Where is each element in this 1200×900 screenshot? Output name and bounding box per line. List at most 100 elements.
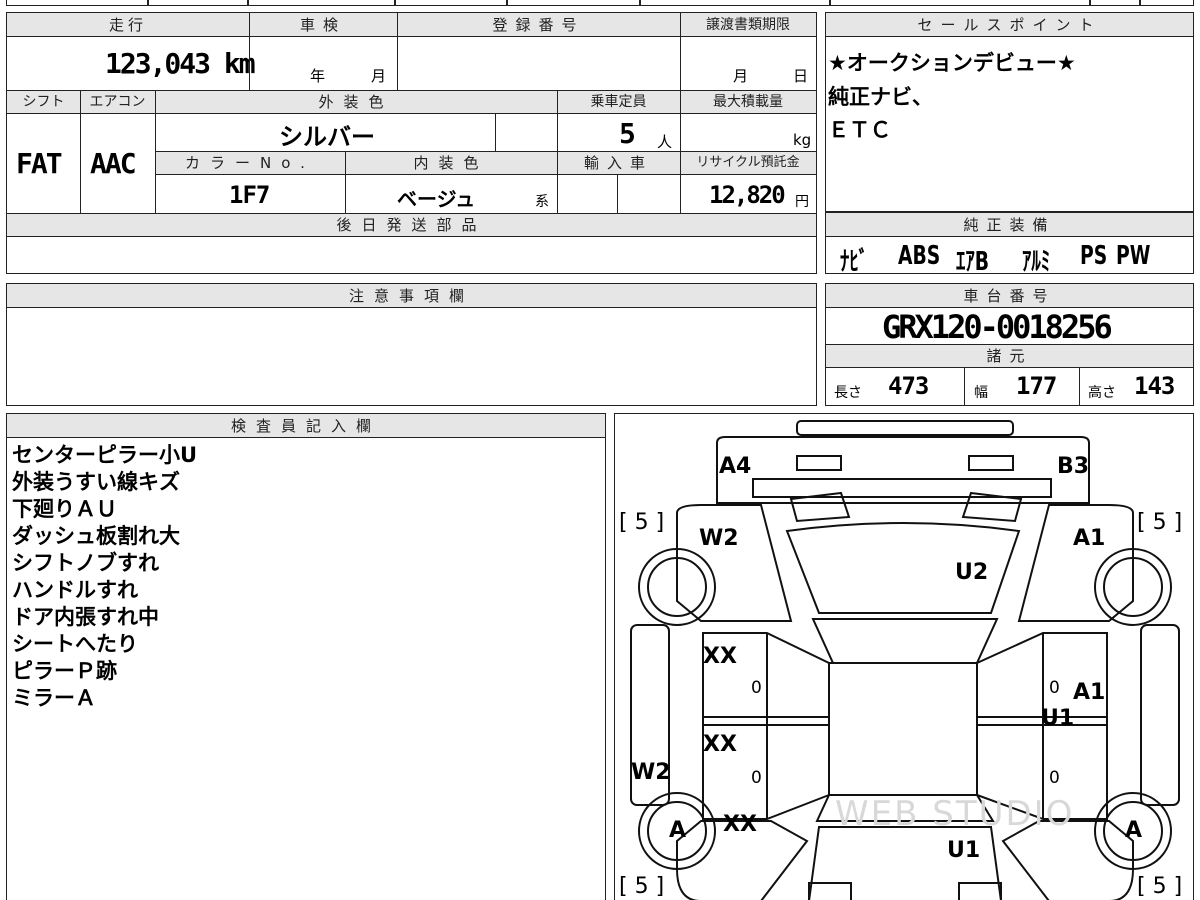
- roof-shape: [828, 662, 978, 796]
- registration-no-header: 登録番号: [492, 16, 585, 34]
- inspector-note-3: 下廻りＡＵ: [12, 497, 117, 521]
- inspector-note-10: ミラーＡ: [12, 686, 96, 710]
- chassis-header: 車台番号: [963, 287, 1056, 305]
- top-cut-cell-8: [1090, 0, 1140, 6]
- vehicle-info-table: 走行 車検 登録番号 譲渡書類期限 123,043 km 年 月 月 日 シフト…: [6, 12, 817, 274]
- sales-points-header: セールスポイント: [917, 16, 1102, 34]
- inspector-note-9: ピラーＰ跡: [12, 659, 117, 683]
- width-label: 幅: [974, 385, 988, 401]
- equipment-navi: ﾅﾋﾞ: [840, 247, 869, 277]
- mark-wheel-rear-right: A: [1125, 818, 1143, 843]
- equipment-airbag: ｴｱB: [956, 247, 989, 277]
- inspector-note-4: ダッシュ板割れ大: [12, 524, 180, 548]
- inspector-note-8: シートへたり: [12, 632, 138, 656]
- mark-left-front-door: XX: [703, 644, 737, 669]
- top-cut-cell-7: [830, 0, 1090, 6]
- exterior-color-header: 外装色: [318, 93, 394, 111]
- top-cut-cell-3: [248, 0, 395, 6]
- capacity-value: 5: [619, 117, 636, 150]
- mark-front-left-fender: W2: [699, 526, 739, 551]
- sales-point-line-3: ＥＴＣ: [828, 118, 891, 142]
- import-header: 輸入車: [583, 154, 653, 172]
- tire-front-left: [ 5 ]: [619, 510, 665, 535]
- shift-value: FAT: [16, 147, 63, 180]
- max-load-unit: kg: [793, 131, 812, 149]
- inspection-month-unit: 月: [371, 67, 387, 85]
- aircon-value: AAC: [90, 147, 137, 180]
- mark-hood: U2: [955, 560, 989, 585]
- zero-mark-2: 0: [751, 768, 762, 788]
- width-value: 177: [1016, 372, 1057, 400]
- interior-color-value: ベージュ: [397, 187, 476, 211]
- later-parts-header: 後日発送部品: [336, 216, 487, 234]
- top-cut-cell-4: [395, 0, 507, 6]
- mark-right-pillar: U1: [1041, 706, 1075, 731]
- inspector-note-1: センターピラー小U: [12, 443, 198, 467]
- recycle-fee-value: 12,820: [709, 181, 786, 209]
- tire-rear-left: [ 5 ]: [619, 874, 665, 899]
- windshield-shape: [811, 618, 999, 664]
- transfer-deadline-header: 譲渡書類期限: [706, 17, 790, 33]
- specs-header: 諸元: [986, 347, 1033, 365]
- inspector-note-5: シフトノブすれ: [12, 551, 159, 575]
- inspector-note-2: 外装うすい線キズ: [12, 470, 180, 494]
- color-no-header: カラーNo.: [185, 154, 315, 172]
- interior-color-header: 内装色: [413, 154, 489, 172]
- aircon-header: エアコン: [89, 94, 146, 110]
- mark-front-right-corner: B3: [1057, 454, 1090, 479]
- inspector-note-6: ハンドルすれ: [12, 578, 138, 602]
- car-damage-map: A4 B3 W2 A1 U2 XX XX A1 U1 W2 XX U1 A A …: [614, 413, 1194, 900]
- rear-left-lamp-shape: [808, 882, 852, 900]
- inspection-year-unit: 年: [310, 67, 326, 85]
- recycle-fee-unit: 円: [795, 194, 809, 210]
- mileage-value: 123,043 km: [105, 47, 256, 80]
- length-label: 長さ: [834, 385, 862, 401]
- zero-mark-4: 0: [1049, 768, 1060, 788]
- mark-rear-left-quarter: XX: [723, 812, 757, 837]
- inspection-header: 車検: [299, 16, 346, 34]
- mark-wheel-rear-left: A: [669, 818, 687, 843]
- inspector-note-7: ドア内張すれ中: [12, 605, 159, 629]
- zero-mark-1: 0: [751, 678, 762, 698]
- front-bumper-shape: [796, 420, 1014, 436]
- grille-shape: [752, 478, 1052, 498]
- inspector-box: 検査員記入欄 センターピラー小U 外装うすい線キズ 下廻りＡＵ ダッシュ板割れ大…: [6, 413, 606, 900]
- genuine-equipment-box: 純正装備 ﾅﾋﾞ ABS ｴｱB ｱﾙﾐ PS PW: [825, 212, 1194, 277]
- mileage-header: 走行: [108, 16, 147, 34]
- equipment-pw: PW: [1116, 241, 1151, 271]
- exterior-color-value: シルバー: [279, 123, 375, 151]
- left-headlight-shape: [796, 455, 842, 471]
- rear-right-lamp-shape: [958, 882, 1002, 900]
- recycle-fee-header: リサイクル預託金: [696, 155, 800, 170]
- capacity-unit: 人: [657, 133, 673, 151]
- top-cut-cell-2: [148, 0, 248, 6]
- shift-header: シフト: [22, 94, 65, 110]
- chassis-number: GRX120-0018256: [882, 308, 1113, 346]
- transfer-day-unit: 日: [793, 67, 809, 85]
- sales-point-line-1: ★オークションデビュー★: [828, 51, 1076, 75]
- max-load-header: 最大積載量: [713, 94, 783, 110]
- chassis-box: 車台番号 GRX120-0018256 諸元 長さ 473 幅 177 高さ 1…: [825, 283, 1194, 406]
- mark-left-sill: W2: [631, 760, 671, 785]
- mark-right-front-door: A1: [1073, 680, 1106, 705]
- right-headlight-shape: [968, 455, 1014, 471]
- interior-color-suffix: 系: [535, 194, 549, 210]
- capacity-header: 乗車定員: [590, 94, 647, 110]
- mark-front-left-corner: A4: [719, 454, 752, 479]
- inspector-header: 検査員記入欄: [230, 417, 381, 435]
- sales-points-box: セールスポイント ★オークションデビュー★ 純正ナビ、 ＥＴＣ: [825, 12, 1194, 212]
- transfer-month-unit: 月: [733, 67, 749, 85]
- length-value: 473: [888, 372, 929, 400]
- top-cut-cell-5: [507, 0, 640, 6]
- equipment-alloy: ｱﾙﾐ: [1022, 247, 1051, 277]
- sales-point-line-2: 純正ナビ、: [828, 85, 933, 109]
- top-cut-cell-9: [1140, 0, 1194, 6]
- equipment-abs: ABS: [898, 241, 941, 271]
- height-value: 143: [1134, 372, 1175, 400]
- mark-front-right-fender: A1: [1073, 526, 1106, 551]
- genuine-equipment-header: 純正装備: [963, 216, 1056, 234]
- color-no-value: 1F7: [229, 181, 270, 209]
- height-label: 高さ: [1088, 385, 1116, 401]
- watermark: WEB STUDIO: [835, 794, 1075, 834]
- caution-box: 注意事項欄: [6, 283, 817, 406]
